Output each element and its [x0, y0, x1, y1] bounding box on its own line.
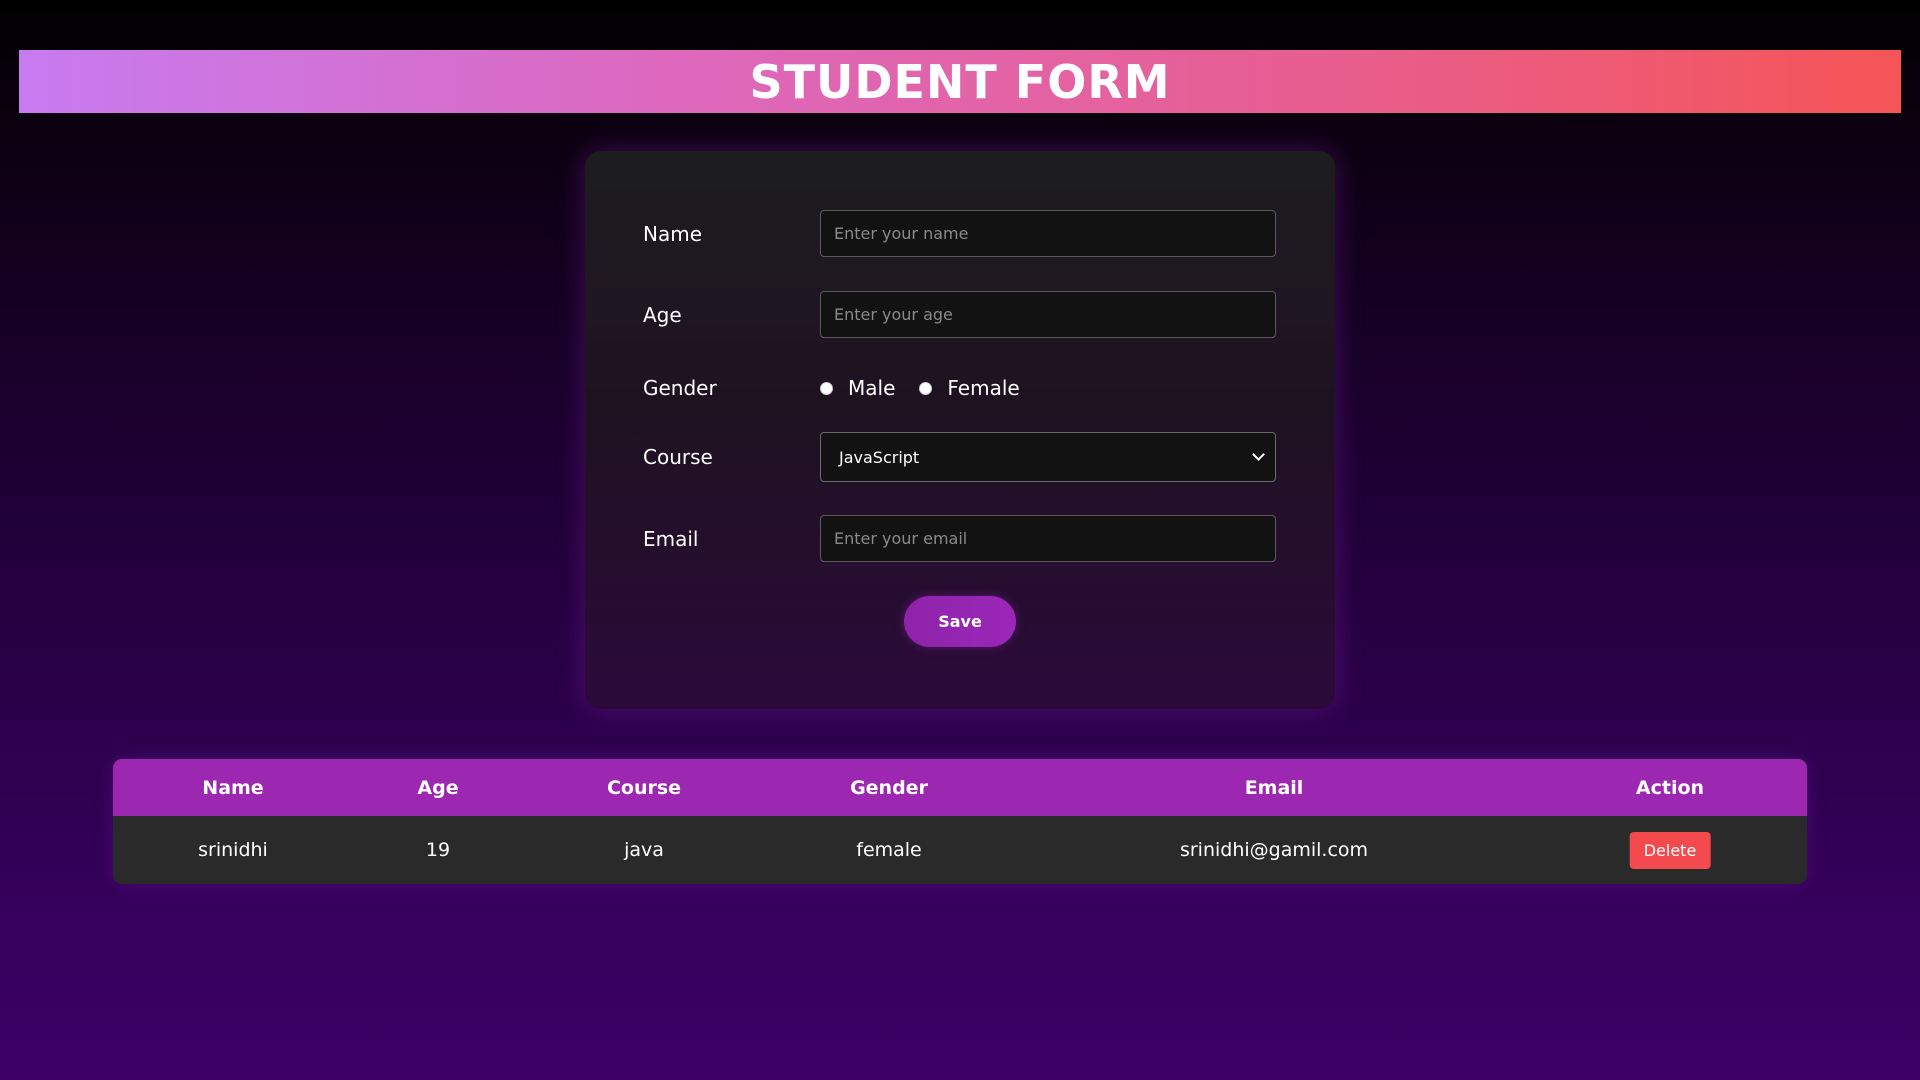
cell-name: srinidhi [198, 839, 268, 861]
name-label: Name [643, 221, 703, 246]
gender-male-label[interactable]: Male [848, 376, 895, 400]
student-form: Name Age Gender Male Female Course JavaS… [585, 151, 1335, 709]
name-input[interactable] [820, 210, 1276, 257]
course-selected-value: JavaScript [839, 447, 920, 467]
cell-course: java [624, 839, 664, 861]
chevron-down-icon [1252, 448, 1265, 461]
header-banner: STUDENT FORM [19, 50, 1901, 113]
column-header-action: Action [1635, 776, 1705, 799]
age-row: Age [643, 291, 1283, 338]
course-row: Course JavaScript [643, 432, 1283, 482]
save-button[interactable]: Save [904, 596, 1016, 647]
table-row: srinidhi 19 java female srinidhi@gamil.c… [113, 816, 1807, 884]
age-label: Age [643, 302, 682, 327]
email-row: Email [643, 515, 1283, 562]
page-title: STUDENT FORM [749, 54, 1171, 109]
column-header-gender: Gender [850, 776, 928, 799]
cell-email: srinidhi@gamil.com [1179, 839, 1369, 861]
column-header-email: Email [1244, 776, 1304, 799]
cell-gender: female [856, 839, 922, 861]
gender-male-radio[interactable] [820, 381, 833, 395]
gender-label: Gender [643, 376, 717, 400]
name-row: Name [643, 210, 1283, 257]
cell-action: Delete [1629, 816, 1711, 884]
gender-row: Gender Male Female [643, 373, 1283, 403]
column-header-age: Age [417, 776, 459, 799]
column-header-name: Name [202, 776, 264, 799]
gender-female-radio[interactable] [919, 381, 933, 395]
email-input[interactable] [820, 515, 1276, 562]
table-header: Name Age Course Gender Email Action [113, 759, 1807, 816]
students-table: Name Age Course Gender Email Action srin… [113, 759, 1807, 884]
delete-button[interactable]: Delete [1629, 831, 1711, 869]
gender-radio-group: Male Female [820, 376, 1044, 400]
cell-age: 19 [425, 839, 451, 861]
age-input[interactable] [820, 291, 1276, 338]
course-label: Course [643, 445, 713, 469]
email-label: Email [643, 526, 699, 551]
column-header-course: Course [606, 776, 682, 799]
course-select[interactable]: JavaScript [820, 432, 1276, 482]
gender-female-label[interactable]: Female [947, 376, 1019, 400]
